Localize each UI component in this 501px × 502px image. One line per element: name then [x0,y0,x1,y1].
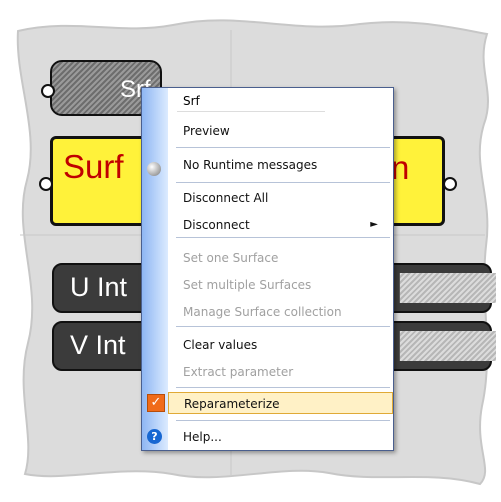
menu-item-clear-values[interactable]: Clear values [168,334,393,356]
context-menu: Srf Preview No Runtime messages Disconne… [141,87,394,451]
menu-item-manage-surface-collection: Manage Surface collection [183,305,342,319]
menu-item-set-one-surface: Set one Surface [183,251,279,265]
menu-separator [176,237,390,238]
v-slider-track[interactable] [399,331,496,361]
runtime-messages-radio-icon [147,162,161,176]
menu-item-help[interactable]: Help... [168,426,393,448]
help-icon: ? [147,429,162,444]
menu-separator [176,326,390,327]
surface-component-label: Surf [63,148,124,185]
menu-separator [176,387,390,388]
menu-item-preview[interactable]: Preview [168,120,393,142]
menu-separator [176,420,390,421]
menu-item-no-runtime-messages[interactable]: No Runtime messages [168,154,393,176]
surface-input-port[interactable] [39,177,53,191]
menu-separator [176,182,390,183]
v-slider-label: V Int [70,330,126,360]
parameter-name-value: Srf [183,94,200,108]
checkmark-icon: ✓ [147,394,165,412]
submenu-arrow-icon: ► [370,219,378,230]
menu-item-reparameterize[interactable]: Reparameterize [168,392,393,414]
menu-item-disconnect-all[interactable]: Disconnect All [168,187,393,209]
menu-item-disconnect[interactable]: Disconnect ► [168,214,393,236]
surface-output-port[interactable] [443,177,457,191]
input-port[interactable] [41,84,55,98]
parameter-name-field[interactable]: Srf [177,91,325,112]
menu-item-set-multiple-surfaces: Set multiple Surfaces [183,278,312,292]
u-slider-track[interactable] [399,273,496,303]
menu-separator [176,147,390,148]
menu-item-extract-parameter: Extract parameter [183,365,294,379]
u-slider-label: U Int [70,272,128,302]
